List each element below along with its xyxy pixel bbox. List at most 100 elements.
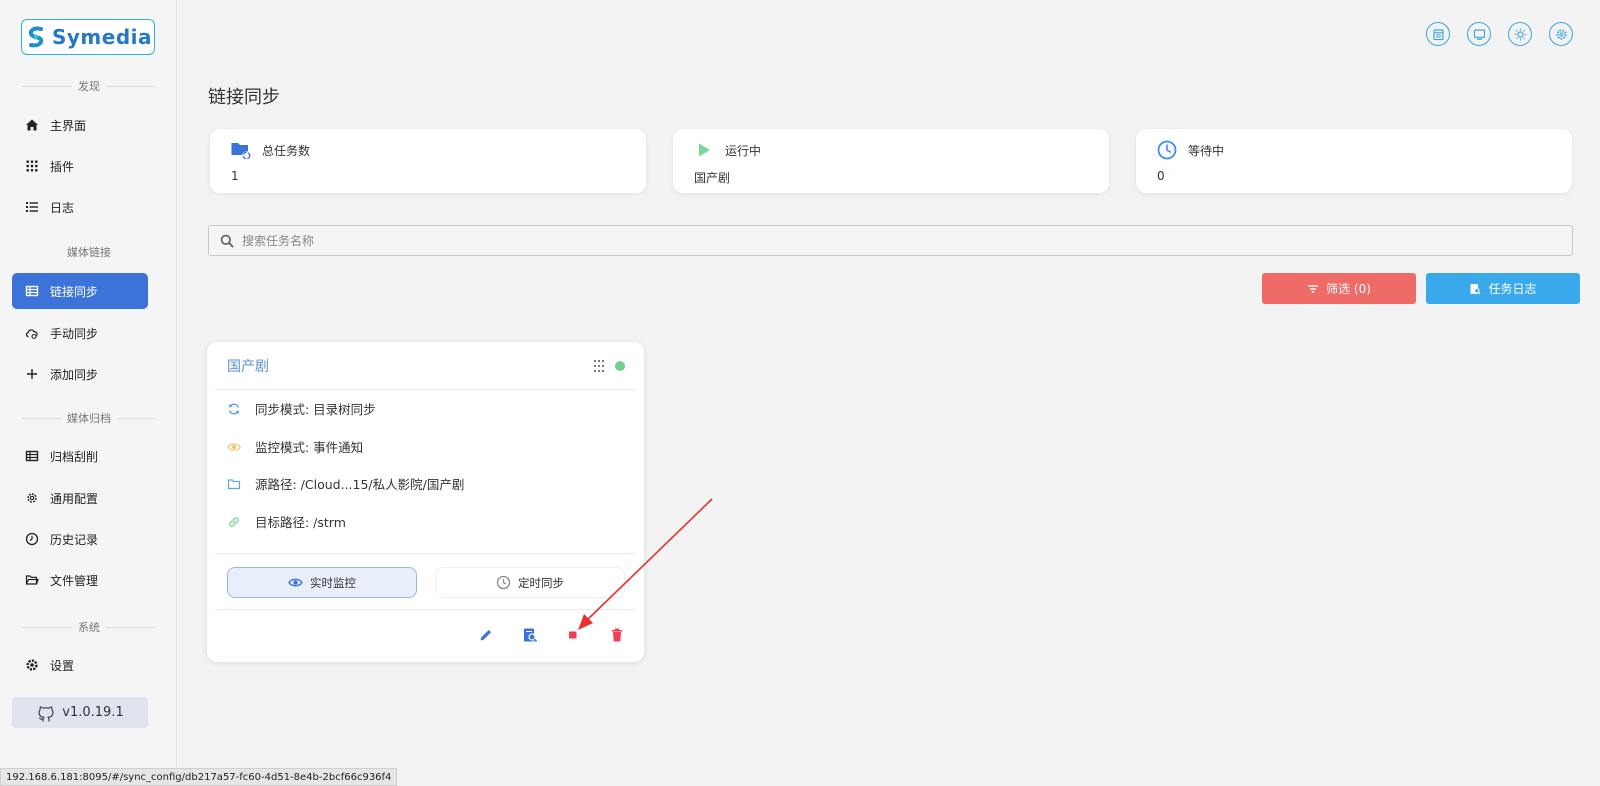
section-discover: 发现 <box>22 79 156 93</box>
sidebar-item-label: 添加同步 <box>50 367 99 382</box>
clock-icon <box>25 532 39 546</box>
theme-button[interactable] <box>1508 22 1532 46</box>
sidebar-item-label: 文件管理 <box>50 573 99 588</box>
stat-value: 1 <box>231 169 239 183</box>
github-icon <box>38 705 54 722</box>
edit-icon[interactable] <box>478 627 494 643</box>
cloud-sync-icon <box>25 329 38 340</box>
realtime-monitor-label: 实时监控 <box>310 575 356 590</box>
sidebar-item-home[interactable]: 主界面 <box>12 107 148 143</box>
stat-label: 运行中 <box>725 143 762 158</box>
calendar-button[interactable] <box>1426 22 1450 46</box>
scheduled-sync-label: 定时同步 <box>518 575 564 590</box>
play-icon <box>699 143 710 157</box>
stat-card-total: 总任务数 1 <box>210 129 646 193</box>
sidebar-item-label: 链接同步 <box>50 284 99 299</box>
section-system: 系统 <box>22 620 156 634</box>
symedia-logo-icon <box>28 26 44 48</box>
version-text: v1.0.19.1 <box>62 705 124 720</box>
app-logo[interactable]: Symedia <box>21 19 155 55</box>
target-path-row: 目标路径: /strm <box>227 512 346 531</box>
sidebar: Symedia 发现 主界面 插件 日志 媒体链接 链接同步 手动同步 添加同步… <box>0 0 177 786</box>
delete-icon[interactable] <box>609 627 625 643</box>
search-input[interactable] <box>242 233 1542 248</box>
version-badge[interactable]: v1.0.19.1 <box>12 697 148 728</box>
sidebar-item-plugins[interactable]: 插件 <box>12 148 148 184</box>
logo-text: Symedia <box>51 25 152 49</box>
table-icon <box>25 450 39 462</box>
monitor-mode-text: 监控模式: 事件通知 <box>255 440 364 455</box>
file-search-icon <box>1470 283 1481 294</box>
folder-open-icon <box>25 575 39 585</box>
section-media-archive: 媒体归档 <box>22 411 156 425</box>
gear-icon <box>26 659 38 671</box>
search-box <box>208 225 1573 256</box>
sidebar-item-link-sync[interactable]: 链接同步 <box>12 273 148 309</box>
filter-icon <box>1308 284 1319 293</box>
clock-icon <box>496 575 511 590</box>
scheduled-sync-toggle[interactable]: 定时同步 <box>435 567 625 598</box>
sidebar-item-history[interactable]: 历史记录 <box>12 521 148 557</box>
sidebar-item-file-manager[interactable]: 文件管理 <box>12 562 148 598</box>
stat-card-running: 运行中 国产剧 <box>673 129 1109 193</box>
sidebar-item-manual-sync[interactable]: 手动同步 <box>12 315 148 351</box>
calendar-icon <box>1432 28 1444 40</box>
folder-icon <box>227 478 241 489</box>
filter-button-label: 筛选 (0) <box>1326 282 1371 296</box>
sidebar-item-label: 插件 <box>50 159 75 174</box>
stat-label: 总任务数 <box>262 143 311 158</box>
eye-icon <box>288 578 303 587</box>
sidebar-item-archive-scrape[interactable]: 归档刮削 <box>12 438 148 474</box>
sidebar-item-label: 手动同步 <box>50 326 99 341</box>
stat-card-waiting: 等待中 0 <box>1136 129 1572 193</box>
task-log-button[interactable]: 任务日志 <box>1426 273 1580 304</box>
table-icon <box>25 285 39 297</box>
stat-value: 0 <box>1157 169 1165 183</box>
source-path-row: 源路径: /Cloud...15/私人影院/国产剧 <box>227 474 464 493</box>
sidebar-item-label: 主界面 <box>50 118 87 133</box>
status-indicator <box>615 361 625 371</box>
sidebar-item-label: 通用配置 <box>50 491 99 506</box>
sidebar-item-label: 归档刮削 <box>50 449 99 464</box>
view-log-icon[interactable] <box>522 627 538 643</box>
monitor-button[interactable] <box>1467 22 1491 46</box>
sidebar-item-add-sync[interactable]: 添加同步 <box>12 356 148 392</box>
stat-value: 国产剧 <box>694 171 731 185</box>
section-media-link: 媒体链接 <box>67 246 111 259</box>
gear-outline-icon <box>27 493 37 503</box>
plus-icon <box>27 369 37 379</box>
folder-sync-icon <box>231 143 251 160</box>
monitor-icon <box>1473 28 1485 40</box>
eye-icon <box>227 442 241 451</box>
drag-handle-icon[interactable] <box>594 360 604 372</box>
divider <box>215 389 636 390</box>
settings-icon <box>1555 28 1567 40</box>
task-log-button-label: 任务日志 <box>1488 282 1537 296</box>
search-icon <box>220 234 234 248</box>
stop-icon[interactable] <box>565 627 581 643</box>
sync-mode-text: 同步模式: 目录树同步 <box>255 402 376 417</box>
sidebar-item-label: 日志 <box>50 200 75 215</box>
clock-icon <box>1157 140 1177 160</box>
task-name[interactable]: 国产剧 <box>227 356 269 376</box>
target-path-text: 目标路径: /strm <box>255 515 346 530</box>
divider <box>215 609 636 610</box>
home-icon <box>26 119 38 131</box>
page-title: 链接同步 <box>208 87 280 108</box>
sidebar-item-logs[interactable]: 日志 <box>12 189 148 225</box>
sidebar-item-settings[interactable]: 设置 <box>12 647 148 683</box>
realtime-monitor-toggle[interactable]: 实时监控 <box>227 567 417 598</box>
filter-button[interactable]: 筛选 (0) <box>1262 273 1416 304</box>
settings-button[interactable] <box>1549 22 1573 46</box>
monitor-mode-row: 监控模式: 事件通知 <box>227 437 363 456</box>
task-card: 国产剧 同步模式: 目录树同步 监控模式: 事件通知 源路径: /Cloud..… <box>207 342 644 662</box>
sync-mode-row: 同步模式: 目录树同步 <box>227 399 376 418</box>
link-icon <box>229 516 239 527</box>
sync-icon <box>228 403 240 414</box>
list-icon <box>26 202 38 212</box>
source-path-text: 源路径: /Cloud...15/私人影院/国产剧 <box>255 477 465 492</box>
sidebar-item-label: 设置 <box>50 658 75 673</box>
sidebar-item-general-config[interactable]: 通用配置 <box>12 480 148 516</box>
sun-icon <box>1514 28 1526 40</box>
sidebar-item-label: 历史记录 <box>50 532 99 547</box>
